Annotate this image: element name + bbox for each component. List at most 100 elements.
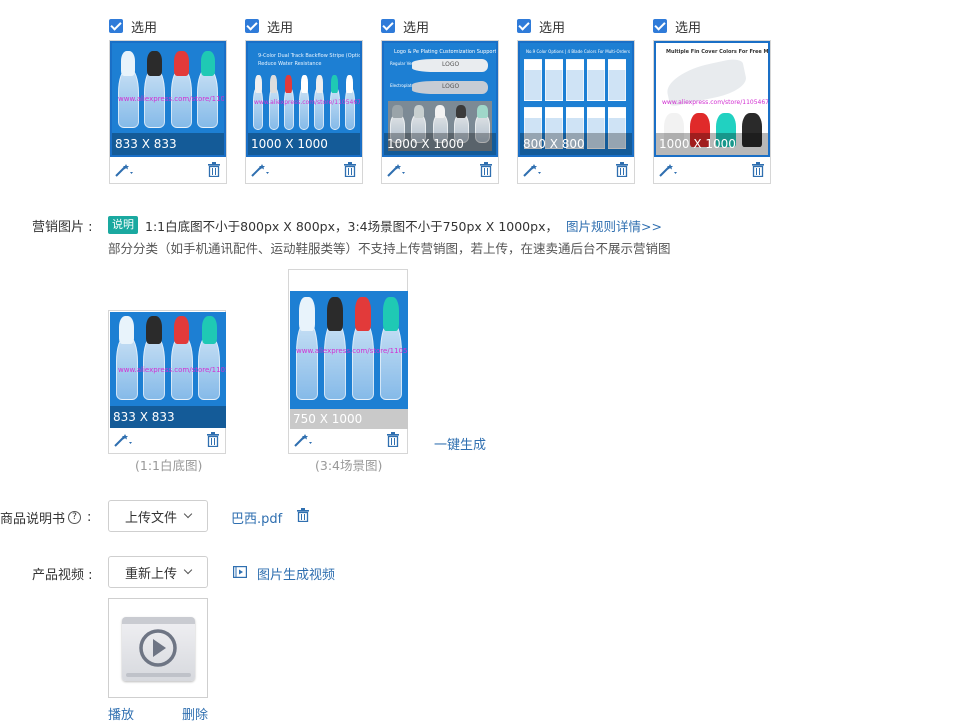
trash-icon[interactable]	[207, 432, 219, 448]
fin-blade-white: LOGO	[412, 59, 488, 72]
checkbox-checked[interactable]	[381, 19, 395, 33]
marketing-image-1-preview: www.aliexpress.com/store/1105467565 833 …	[110, 312, 226, 428]
checkbox-checked[interactable]	[653, 19, 667, 33]
magic-wand-icon[interactable]	[114, 162, 136, 178]
select-checkbox-row[interactable]: 选用	[517, 17, 565, 36]
fin-graphic	[115, 316, 138, 402]
marketing-image-portrait[interactable]: www.aliexpress.com/store/1105467565 750 …	[288, 269, 408, 454]
watermark-text: www.aliexpress.com/store/1105467565	[118, 95, 225, 103]
marketing-rule-line: 1:1白底图不小于800px X 800px，3:4场景图不小于750px X …	[145, 216, 662, 235]
fin-foot-pocket	[392, 105, 403, 118]
gallery-image-card[interactable]: Logo & Pe Plating Customization Supporte…	[381, 40, 499, 184]
image-dimensions: 833 X 833	[112, 133, 224, 155]
trash-icon[interactable]	[616, 162, 628, 178]
magic-wand-icon[interactable]	[293, 432, 315, 448]
fin-graphic	[143, 316, 166, 402]
watermark-text: www.aliexpress.com/store/1105467565	[254, 99, 362, 106]
manual-file-link[interactable]: 巴西.pdf	[231, 508, 282, 527]
checkbox-checked[interactable]	[517, 19, 531, 33]
color-swatch-cell	[524, 59, 542, 101]
select-label: 选用	[267, 20, 294, 36]
label-colon: :	[84, 568, 93, 583]
image-dimensions: 1000 X 1000	[384, 133, 496, 155]
trash-icon[interactable]	[752, 162, 764, 178]
fin-blade	[314, 88, 325, 130]
fin-foot-pocket	[254, 75, 262, 93]
fin-blade	[268, 88, 279, 130]
video-label-text: 产品视频	[32, 568, 85, 583]
gallery-image-card[interactable]: No.9 Color Options | 4 Blade Colors For …	[517, 40, 635, 184]
play-video-link[interactable]: 播放	[108, 704, 134, 723]
select-checkbox-row[interactable]: 选用	[653, 17, 701, 36]
fin-graphic	[117, 51, 139, 129]
video-thumbnail[interactable]	[108, 598, 208, 698]
fin-graphic	[144, 51, 166, 129]
magic-wand-icon[interactable]	[250, 162, 272, 178]
fin-foot-pocket	[346, 75, 354, 93]
fin-graphic	[197, 51, 219, 129]
upload-file-button[interactable]: 上传文件	[108, 500, 208, 532]
delete-video-link[interactable]: 删除	[182, 704, 208, 723]
fin-foot-pocket	[300, 75, 308, 93]
fin-foot-pocket	[413, 105, 425, 118]
checkbox-checked[interactable]	[245, 19, 259, 33]
image-tools	[246, 157, 362, 183]
logo-text: LOGO	[442, 83, 460, 90]
select-label: 选用	[131, 20, 158, 36]
image-tools	[109, 427, 225, 453]
trash-icon[interactable]	[480, 162, 492, 178]
fin-foot-pocket	[118, 316, 135, 344]
select-checkbox-row[interactable]: 选用	[381, 17, 430, 36]
info-badge: 说明	[108, 216, 138, 234]
one-click-generate-link[interactable]: 一键生成	[434, 434, 486, 453]
image-tools	[654, 157, 770, 183]
gallery-image-preview: No.9 Color Options | 4 Blade Colors For …	[518, 41, 634, 157]
label-colon: :	[87, 510, 92, 525]
checkbox-checked[interactable]	[109, 19, 123, 33]
fin-graphic	[170, 51, 192, 129]
image-to-video-link[interactable]: 图片生成视频	[233, 564, 335, 583]
image-tools	[518, 157, 634, 183]
marketing-image-square[interactable]: www.aliexpress.com/store/1105467565 833 …	[108, 310, 226, 454]
label-colon: :	[84, 220, 93, 235]
gallery-image-preview: Multiple Fin Cover Colors For Free Match…	[654, 41, 770, 157]
gallery-image-card[interactable]: Multiple Fin Cover Colors For Free Match…	[653, 40, 771, 184]
fin-foot-pocket	[174, 316, 190, 344]
fin-foot-pocket	[331, 75, 338, 93]
image-tools	[289, 427, 407, 453]
image-dimensions: 1000 X 1000	[656, 133, 768, 155]
manual-label-text: 商品说明书	[0, 512, 66, 527]
image-rules-link[interactable]: 图片规则详情>>	[566, 219, 662, 234]
select-checkbox-row[interactable]: 选用	[109, 17, 158, 36]
image-to-video-text: 图片生成视频	[257, 568, 336, 583]
thumb-title: 9-Color Dual Track Backflow Stripe (Opti…	[258, 53, 362, 59]
fin-blade	[324, 322, 346, 400]
fin-foot-pocket	[285, 75, 293, 93]
trash-icon[interactable]	[208, 162, 220, 178]
magic-wand-icon[interactable]	[658, 162, 680, 178]
image-dimensions: 750 X 1000	[290, 409, 408, 429]
select-checkbox-row[interactable]: 选用	[245, 17, 294, 36]
upload-file-label: 上传文件	[124, 510, 177, 526]
trash-icon[interactable]	[297, 508, 309, 526]
fin-foot-pocket	[455, 105, 467, 118]
gallery-image-card[interactable]: 9-Color Dual Track Backflow Stripe (Opti…	[245, 40, 363, 184]
fin-blade	[296, 322, 318, 400]
magic-wand-icon[interactable]	[113, 432, 135, 448]
fin-foot-pocket	[299, 297, 315, 331]
help-icon[interactable]: ?	[68, 511, 82, 524]
marketing-images-label: 营销图片 :	[32, 216, 93, 235]
product-manual-label: 商品说明书 ? :	[0, 508, 91, 527]
trash-icon[interactable]	[387, 432, 399, 448]
thumb-title: Multiple Fin Cover Colors For Free Match…	[666, 49, 769, 55]
watermark-text: www.aliexpress.com/store/1105467565	[662, 99, 770, 106]
reupload-button[interactable]: 重新上传	[108, 556, 208, 588]
thumb-subtitle: Reduce Water Resistance	[258, 61, 322, 67]
gallery-image-card[interactable]: www.aliexpress.com/store/1105467565 833 X…	[109, 40, 227, 184]
marketing-note: 部分分类（如手机通讯配件、运动鞋服类等）不支持上传营销图，若上传，在速卖通后台不…	[108, 241, 671, 256]
magic-wand-icon[interactable]	[522, 162, 544, 178]
image-dimensions: 800 X 800	[520, 133, 632, 155]
trash-icon[interactable]	[344, 162, 356, 178]
select-label: 选用	[403, 20, 430, 36]
magic-wand-icon[interactable]	[386, 162, 408, 178]
